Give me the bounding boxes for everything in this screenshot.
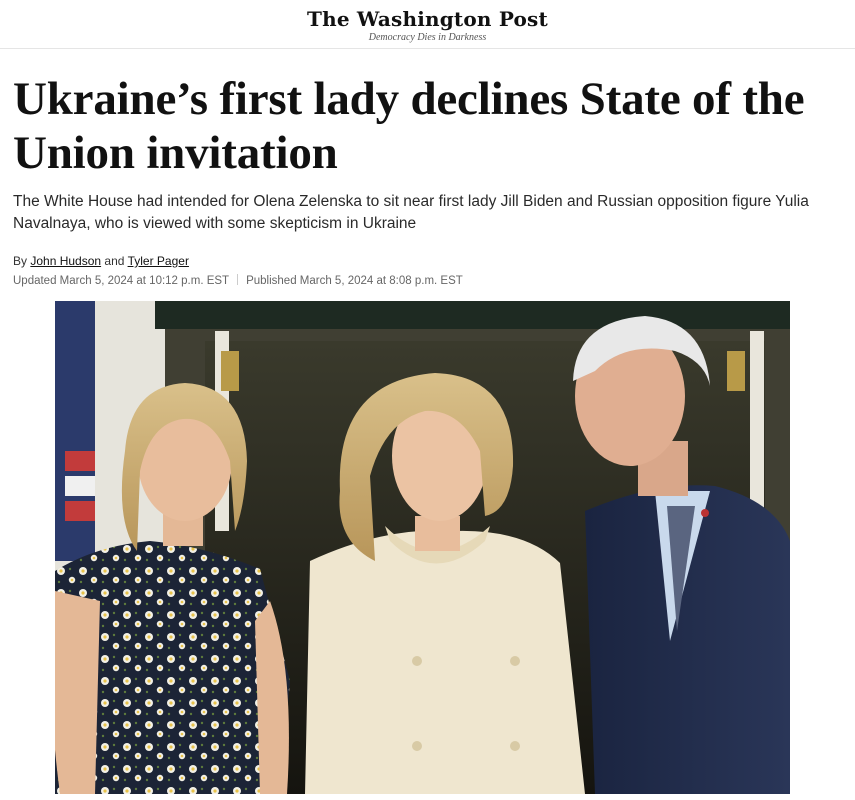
byline: By John Hudson and Tyler Pager [13,254,189,268]
masthead-tagline: Democracy Dies in Darkness [368,32,487,43]
author-link-john-hudson[interactable]: John Hudson [30,254,101,268]
masthead: The Washington Post Democracy Dies in Da… [0,0,855,49]
lead-photo-illustration [55,301,790,794]
article-timestamps: Updated March 5, 2024 at 10:12 p.m. EST P… [13,274,463,287]
updated-timestamp: Updated March 5, 2024 at 10:12 p.m. EST [13,275,230,287]
byline-prefix: By [13,254,28,268]
published-timestamp: Published March 5, 2024 at 8:08 p.m. EST [246,275,463,287]
lead-photo[interactable] [55,301,790,794]
timestamp-divider [237,274,239,285]
author-link-tyler-pager[interactable]: Tyler Pager [128,254,189,268]
byline-conjunction: and [104,254,125,268]
article-subheadline: The White House had intended for Olena Z… [13,193,809,232]
article-headline: Ukraine’s first lady declines State of t… [13,73,805,179]
washington-post-logo[interactable]: The Washington Post [0,7,855,31]
